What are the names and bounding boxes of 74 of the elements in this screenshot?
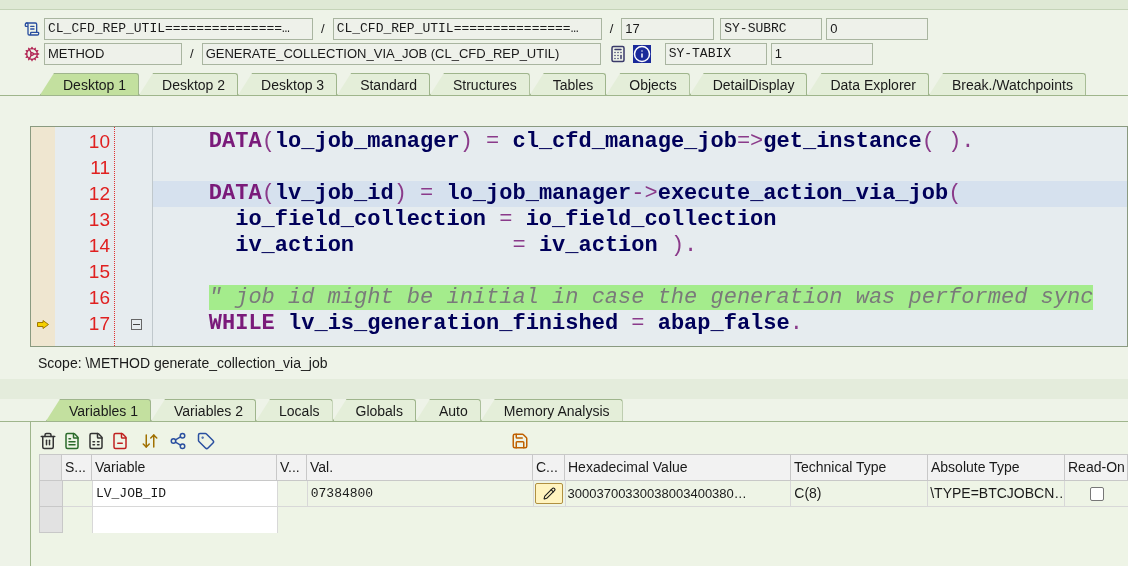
save-icon[interactable] [511, 432, 529, 450]
tag-icon[interactable] [197, 432, 215, 450]
tab[interactable]: Data Explorer [807, 73, 929, 95]
system-field-name: SY-SUBRC [720, 18, 823, 40]
line-number: 15 [87, 260, 111, 284]
line-number: 12 [87, 182, 111, 206]
line-number: 13 [87, 208, 111, 232]
display-field: GENERATE_COLLECTION_VIA_JOB (CL_CFD_REP_UTIL) [201, 43, 601, 65]
code-line: iv_action = iv_action ). [234, 233, 699, 259]
column-header[interactable]: Variable [92, 454, 277, 481]
tab[interactable]: Memory Analysis [480, 399, 623, 421]
document-icon[interactable] [63, 432, 81, 450]
document-remove-icon[interactable] [111, 432, 129, 450]
display-field: 17 [621, 18, 715, 40]
system-field-name: SY-TABIX [664, 43, 767, 65]
tab[interactable]: Structures [429, 73, 530, 95]
system-field-value: 0 [826, 18, 929, 40]
table-cell [277, 481, 308, 507]
table-cell: LV_JOB_ID [92, 481, 278, 507]
tab[interactable]: Auto [415, 399, 481, 421]
column-header[interactable]: Absolute Type [928, 454, 1065, 481]
collapse-icon[interactable] [131, 318, 142, 330]
current-line-arrow-icon [37, 319, 49, 329]
separator-text: / [189, 45, 195, 64]
delete-icon[interactable] [39, 432, 57, 450]
column-header[interactable]: Technical Type [791, 454, 928, 481]
column-header[interactable]: S... [62, 454, 92, 481]
tab[interactable]: Desktop 3 [238, 73, 338, 95]
system-field-value: 1 [770, 43, 873, 65]
column-header[interactable]: V... [277, 454, 307, 481]
tab[interactable]: Locals [256, 399, 333, 421]
separator-text: / [608, 20, 615, 39]
display-field: CL_CFD_REP_UTIL===============… [44, 18, 313, 40]
tab[interactable]: Desktop 1 [40, 73, 140, 95]
separator-text: / [320, 20, 326, 39]
table-cell: 07384800 [307, 481, 534, 507]
document-icon [24, 21, 40, 37]
code-line: io_field_collection = io_field_collection [234, 207, 778, 233]
column-header[interactable]: Read-On [1065, 454, 1128, 481]
line-number: 17 [87, 312, 111, 336]
code-line: DATA(lo_job_manager) = cl_cfd_manage_job=>get_instance( ). [207, 129, 976, 155]
calculator-icon[interactable] [608, 45, 627, 63]
tab[interactable]: DetailDisplay [689, 73, 808, 95]
line-number: 16 [87, 286, 111, 310]
pencil-icon [542, 487, 556, 500]
tab[interactable]: Tables [529, 73, 607, 95]
info-icon[interactable] [632, 45, 651, 63]
document-icon[interactable] [87, 432, 105, 450]
tab[interactable]: Desktop 2 [139, 73, 239, 95]
column-header[interactable]: Val. [307, 454, 533, 481]
column-header[interactable]: C... [533, 454, 565, 481]
code-line: WHILE lv_is_generation_finished = abap_false. [207, 311, 804, 337]
tab[interactable]: Variables 2 [151, 399, 257, 421]
share-icon[interactable] [169, 432, 187, 450]
edit-button[interactable] [535, 483, 564, 504]
scope-text: Scope: \METHOD generate_collection_via_job [38, 353, 328, 373]
checkbox[interactable] [1089, 486, 1104, 501]
line-number: 10 [87, 130, 111, 154]
column-header[interactable]: Hexadecimal Value [565, 454, 791, 481]
tab[interactable]: Standard [337, 73, 430, 95]
tab[interactable]: Variables 1 [46, 399, 151, 421]
display-field: CL_CFD_REP_UTIL===============… [332, 18, 602, 40]
gear-icon [24, 46, 40, 62]
display-field: METHOD [44, 43, 182, 65]
table-cell: \TYPE=BTCJOBCN… [928, 481, 1066, 507]
table-cell: 30003700330038003400380… [565, 481, 792, 507]
tab[interactable]: Break./Watchpoints [929, 73, 1086, 95]
line-number: 11 [89, 156, 111, 180]
sort-icon[interactable] [141, 432, 159, 450]
line-number: 14 [87, 234, 111, 258]
tab[interactable]: Globals [332, 399, 416, 421]
tab[interactable]: Objects [606, 73, 690, 95]
table-cell: C(8) [791, 481, 929, 507]
input-field[interactable] [93, 507, 278, 533]
